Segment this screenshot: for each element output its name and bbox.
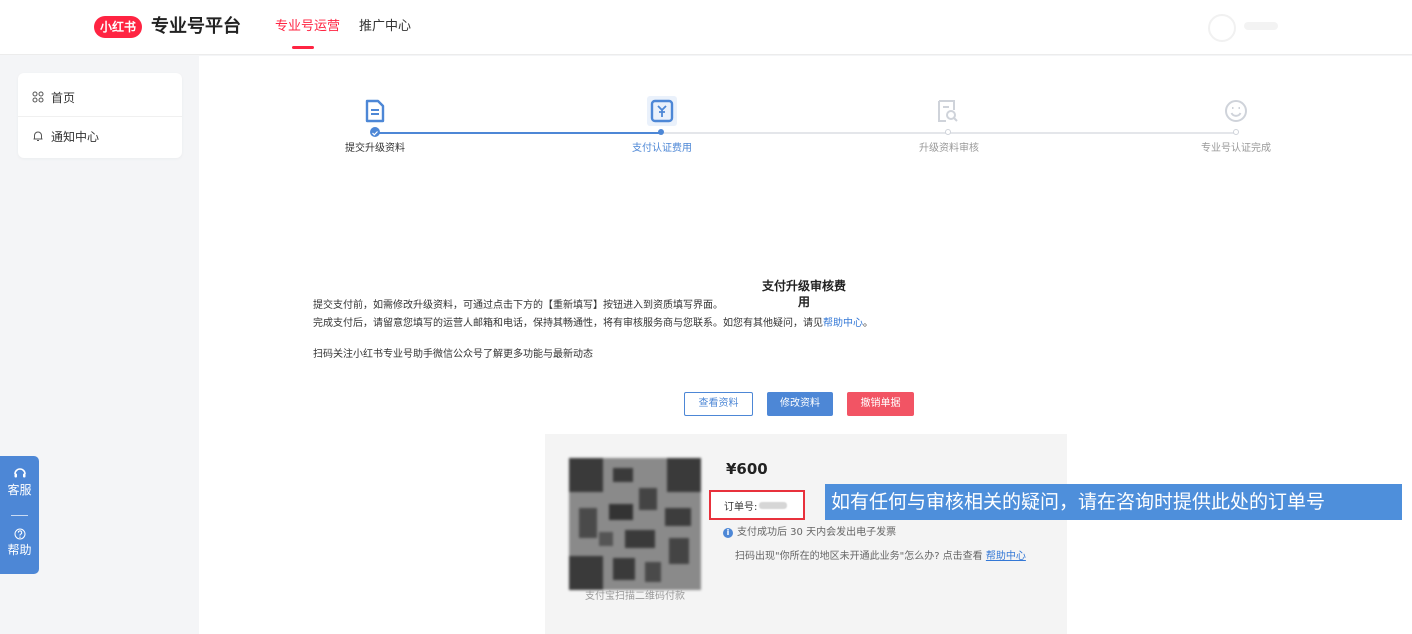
main-content: 提交升级资料 支付认证费用 升级资料审核 专业号认证完成 支付升级审核费用 提交… xyxy=(199,56,1412,634)
info-icon: i xyxy=(723,528,733,538)
step-dot-pending xyxy=(945,129,951,135)
floating-help-widget: 客服 帮助 xyxy=(0,456,39,574)
step-dot-pending xyxy=(1233,129,1239,135)
help-label: 帮助 xyxy=(7,543,32,557)
customer-service-label: 客服 xyxy=(7,483,32,497)
check-icon xyxy=(372,131,378,136)
smile-icon xyxy=(1225,100,1247,122)
tab-promotion-center[interactable]: 推广中心 xyxy=(359,16,411,38)
sidebar: 首页 通知中心 xyxy=(18,73,182,158)
sidebar-item-home[interactable]: 首页 xyxy=(18,77,182,117)
desc-line-2: 完成支付后，请留意您填写的运营人邮箱和电话，保持其畅通性，将有审核服务商与您联系… xyxy=(313,317,873,331)
sidebar-item-notifications[interactable]: 通知中心 xyxy=(18,116,182,156)
region-note-text: 扫码出现"你所在的地区未开通此业务"怎么办? 点击查看 xyxy=(735,551,983,562)
top-bar: 小红书 专业号平台 专业号运营 推广中心 xyxy=(0,0,1412,55)
sidebar-item-label: 通知中心 xyxy=(51,129,100,144)
customer-service-button[interactable]: 客服 xyxy=(0,464,39,498)
step-dot-current xyxy=(658,129,664,135)
view-info-button[interactable]: 查看资料 xyxy=(684,392,753,416)
step-dot-done xyxy=(370,127,380,137)
order-number-blurred xyxy=(759,501,788,509)
desc-line-1: 提交支付前，如需修改升级资料，可通过点击下方的【重新填写】按钮进入到资质填写界面… xyxy=(313,300,723,311)
invoice-note-text: 支付成功后 30 天内会发出电子发票 xyxy=(737,527,897,538)
step-label-submit: 提交升级资料 xyxy=(345,143,405,154)
edit-info-button[interactable]: 修改资料 xyxy=(767,392,833,416)
step-line-completed xyxy=(375,132,661,134)
review-icon xyxy=(938,100,958,122)
region-help-link[interactable]: 帮助中心 xyxy=(986,551,1026,562)
platform-title: 专业号平台 xyxy=(151,16,241,37)
step-label-payment: 支付认证费用 xyxy=(632,143,692,154)
active-tab-indicator xyxy=(292,46,314,49)
region-note: 扫码出现"你所在的地区未开通此业务"怎么办? 点击查看 帮助中心 xyxy=(735,550,1026,564)
user-name-blurred[interactable] xyxy=(1244,22,1278,30)
help-center-link[interactable]: 帮助中心 xyxy=(823,318,863,329)
payment-icon xyxy=(650,99,674,123)
annotation-callout: 如有任何与审核相关的疑问，请在咨询时提供此处的订单号 xyxy=(825,484,1402,520)
cancel-order-button[interactable]: 撤销单据 xyxy=(847,392,914,416)
grid-icon xyxy=(31,90,45,104)
question-icon xyxy=(14,528,25,540)
order-number-box: 订单号: xyxy=(709,490,805,520)
document-icon xyxy=(365,99,385,123)
desc-line-3: 扫码关注小红书专业号助手微信公众号了解更多功能与最新动态 xyxy=(313,349,593,360)
help-button[interactable]: 帮助 xyxy=(0,528,39,558)
step-label-review: 升级资料审核 xyxy=(919,143,979,154)
invoice-note: i 支付成功后 30 天内会发出电子发票 xyxy=(723,526,896,540)
desc-line-2-end: 。 xyxy=(863,318,873,329)
desc-line-2-text: 完成支付后，请留意您填写的运营人邮箱和电话，保持其畅通性，将有审核服务商与您联系… xyxy=(313,318,823,329)
payment-title: 支付升级审核费用 xyxy=(761,279,846,309)
alipay-qr-code xyxy=(569,458,701,590)
order-number-label: 订单号: xyxy=(724,501,758,513)
bell-icon xyxy=(31,129,45,143)
headset-icon xyxy=(13,468,26,478)
user-avatar[interactable] xyxy=(1208,14,1236,42)
price: ¥600 xyxy=(726,460,768,478)
xiaohongshu-logo[interactable]: 小红书 xyxy=(94,16,142,38)
sidebar-item-label: 首页 xyxy=(51,90,76,105)
tab-pro-operation[interactable]: 专业号运营 xyxy=(275,16,340,38)
widget-divider xyxy=(11,515,28,516)
step-label-complete: 专业号认证完成 xyxy=(1201,143,1271,154)
qr-caption: 支付宝扫描二维码付款 xyxy=(585,591,685,602)
qr-pattern xyxy=(569,458,701,590)
payment-box: 支付宝扫描二维码付款 ¥600 订单号: i 支付成功后 30 天内会发出电子发… xyxy=(545,434,1067,634)
